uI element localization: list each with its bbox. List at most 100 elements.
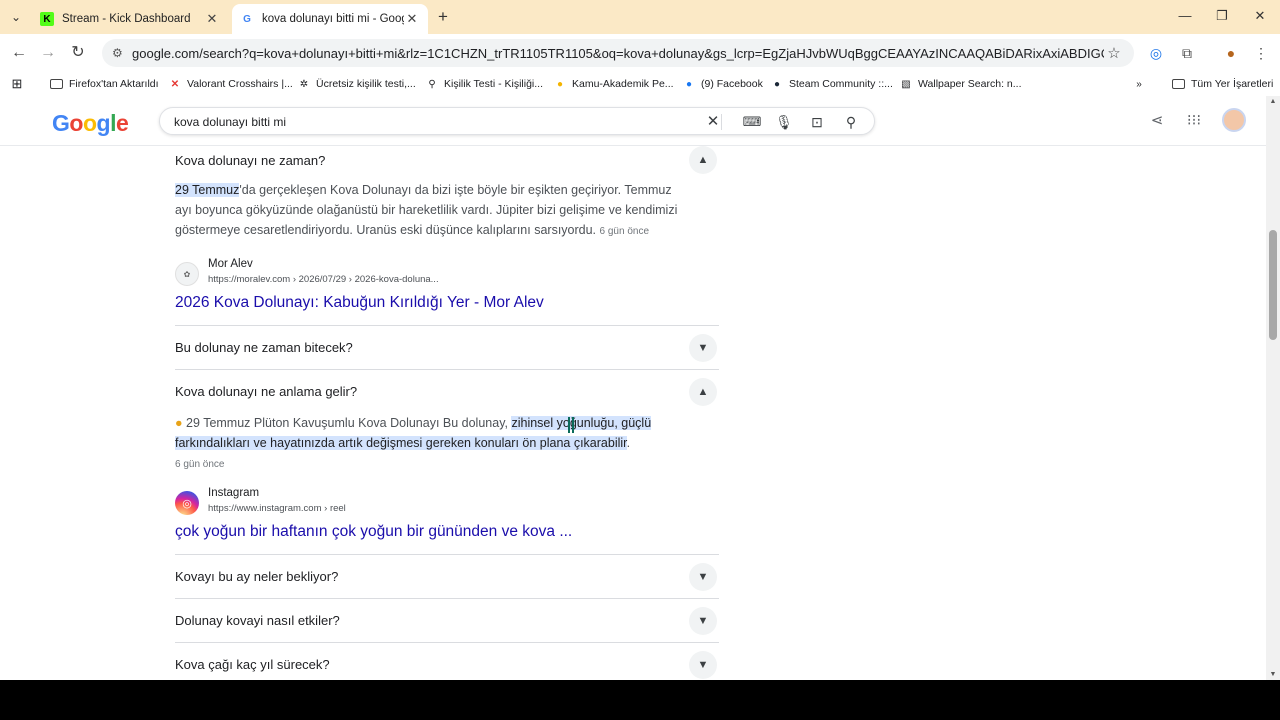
search-results: Kova dolunayı ne zaman? ▲ 29 Temmuz'da g… xyxy=(0,146,1266,680)
bookmark-folder-firefox[interactable]: Firefox'tan Aktarıldı xyxy=(50,76,159,92)
answer-date: 6 gün önce xyxy=(599,226,650,237)
result-link[interactable]: çok yoğun bir haftanın çok yoğun bir gün… xyxy=(175,523,572,541)
minimize-icon[interactable]: — xyxy=(1170,6,1200,26)
bookmark-kisilik-testi-2[interactable]: ⚲ Kişilik Testi - Kişiliği... xyxy=(425,76,543,92)
paa-question[interactable]: Kovayı bu ay neler bekliyor? ▼ xyxy=(175,554,719,598)
bookmark-label: Tüm Yer İşaretleri xyxy=(1191,78,1274,90)
chevron-down-icon[interactable]: ▼ xyxy=(689,607,717,635)
question-text: Kova dolunayı ne zaman? xyxy=(175,152,326,168)
bookmark-facebook[interactable]: ● (9) Facebook xyxy=(682,76,763,92)
tab-strip: ⌄ K Stream - Kick Dashboard ✕ G kova dol… xyxy=(0,0,1280,34)
bookmark-steam[interactable]: ● Steam Community ::... xyxy=(770,76,893,92)
tab-close-icon[interactable]: ✕ xyxy=(404,11,420,27)
bookmark-kisilik-testi[interactable]: ✲ Ücretsiz kişilik testi,... xyxy=(297,76,416,92)
profile-icon[interactable]: ● xyxy=(1221,43,1241,63)
bookmark-label: (9) Facebook xyxy=(701,78,763,90)
microphone-icon[interactable]: 🎙 xyxy=(774,112,794,132)
site-icon: ▧ xyxy=(901,78,911,90)
browser-toolbar: ← → ↻ ⚙ google.com/search?q=kova+dolunay… xyxy=(0,34,1280,72)
result-link[interactable]: 2026 Kova Dolunayı: Kabuğun Kırıldığı Ye… xyxy=(175,294,544,312)
bookmark-star-icon[interactable]: ☆ xyxy=(1104,44,1124,62)
google-logo[interactable]: Google xyxy=(52,110,129,137)
apps-grid-icon[interactable]: ⊞ xyxy=(10,76,29,92)
tab-google-search[interactable]: G kova dolunayı bitti mi - Google ✕ xyxy=(232,4,428,34)
moralev-favicon-icon: ✿ xyxy=(175,262,199,286)
keyboard-icon[interactable]: ⌨ xyxy=(742,112,762,132)
instagram-icon: ◎ xyxy=(175,491,199,515)
all-bookmarks-folder[interactable]: Tüm Yer İşaretleri xyxy=(1172,76,1273,92)
answer-text: 29 Temmuz Plüton Kavuşumlu Kova Dolunayı… xyxy=(186,416,512,430)
chevron-down-icon[interactable]: ▼ xyxy=(689,651,717,679)
restore-icon[interactable]: ❐ xyxy=(1207,6,1237,26)
paa-question[interactable]: Kova çağı kaç yıl sürecek? ▼ xyxy=(175,642,719,680)
bookmark-label: Firefox'tan Aktarıldı xyxy=(69,78,159,90)
source-url: https://moralev.com › 2026/07/29 › 2026-… xyxy=(208,274,439,285)
bookmark-valorant[interactable]: ✕ Valorant Crosshairs |... xyxy=(168,76,293,92)
share-icon[interactable]: ⋖ xyxy=(1146,110,1168,132)
kick-icon: K xyxy=(40,12,54,26)
bookmarks-bar: ⊞ Firefox'tan Aktarıldı ✕ Valorant Crossh… xyxy=(0,72,1280,96)
back-arrow-icon[interactable]: ← xyxy=(8,42,30,64)
apps-grid-icon[interactable]: ⁝⁝⁝ xyxy=(1183,110,1205,132)
tab-title: kova dolunayı bitti mi - Google xyxy=(262,13,404,25)
steam-icon: ● xyxy=(773,78,781,90)
google-icon: G xyxy=(243,13,251,25)
question-text: Bu dolunay ne zaman bitecek? xyxy=(175,340,353,355)
answer-text: . xyxy=(626,436,631,450)
chevron-up-icon[interactable]: ▲ xyxy=(689,378,717,406)
bookmark-kamu-akademik[interactable]: ● Kamu-Akademik Pe... xyxy=(553,76,674,92)
site-icon: ✲ xyxy=(299,78,309,90)
bookmark-label: Kamu-Akademik Pe... xyxy=(572,78,674,90)
clear-x-icon[interactable]: ✕ xyxy=(703,112,723,132)
bookmark-label: Ücretsiz kişilik testi,... xyxy=(316,78,416,90)
question-text: Kova çağı kaç yıl sürecek? xyxy=(175,657,330,672)
forward-arrow-icon[interactable]: → xyxy=(37,42,59,64)
paa-question[interactable]: Kova dolunayı ne zaman? ▲ xyxy=(175,138,719,182)
lens-camera-icon[interactable]: ⊡ xyxy=(807,112,827,132)
paa-question[interactable]: Bu dolunay ne zaman bitecek? ▼ xyxy=(175,325,719,369)
tab-close-icon[interactable]: ✕ xyxy=(204,11,220,27)
result-source[interactable]: ✿ Mor Alev https://moralev.com › 2026/07… xyxy=(175,258,719,288)
avatar[interactable] xyxy=(1222,108,1246,132)
menu-kebab-icon[interactable]: ⋮ xyxy=(1251,43,1271,63)
page-scrollbar[interactable]: ▲ ▼ xyxy=(1266,96,1280,680)
search-input[interactable] xyxy=(174,113,674,131)
chevron-down-icon[interactable]: ▼ xyxy=(689,563,717,591)
answer-text: 'da gerçekleşen Kova Dolunayı da bizi iş… xyxy=(239,183,672,197)
folder-icon xyxy=(1172,79,1185,89)
moon-emoji-icon: ● xyxy=(175,416,183,430)
tab-title: Stream - Kick Dashboard xyxy=(62,13,191,25)
address-bar[interactable]: ⚙ google.com/search?q=kova+dolunayı+bitt… xyxy=(102,39,1134,67)
question-text: Dolunay kovayi nasıl etkiler? xyxy=(175,613,340,628)
search-box: ✕ ⌨ 🎙 ⊡ ⚲ xyxy=(159,107,875,135)
tab-search-chevron-icon[interactable]: ⌄ xyxy=(6,7,26,27)
question-text: Kova dolunayı ne anlama gelir? xyxy=(175,384,358,399)
bookmarks-overflow-icon[interactable]: » xyxy=(1132,76,1151,92)
site-icon: ⚲ xyxy=(428,78,436,90)
scroll-up-arrow-icon[interactable]: ▲ xyxy=(1269,98,1277,105)
scroll-down-arrow-icon[interactable]: ▼ xyxy=(1269,671,1277,678)
new-tab-plus-icon[interactable]: + xyxy=(434,8,452,26)
source-name: Instagram xyxy=(208,487,260,499)
bookmark-label: Steam Community ::... xyxy=(789,78,893,90)
scrollbar-thumb[interactable] xyxy=(1269,230,1277,340)
answer-highlight: zihinsel yoğunluğu, güçlü xyxy=(511,416,652,430)
facebook-icon: ● xyxy=(685,78,693,90)
result-source[interactable]: ◎ Instagram https://www.instagram.com › … xyxy=(175,487,719,517)
browser-window: ⌄ K Stream - Kick Dashboard ✕ G kova dol… xyxy=(0,0,1280,680)
paa-question[interactable]: Dolunay kovayi nasıl etkiler? ▼ xyxy=(175,598,719,642)
tab-kick-dashboard[interactable]: K Stream - Kick Dashboard ✕ xyxy=(32,4,228,34)
reload-icon[interactable]: ↻ xyxy=(67,42,89,64)
window-close-icon[interactable]: ✕ xyxy=(1245,6,1275,26)
bookmark-wallpaper[interactable]: ▧ Wallpaper Search: n... xyxy=(899,76,1021,92)
site-info-icon[interactable]: ⚙ xyxy=(112,46,132,60)
bookmark-label: Kişilik Testi - Kişiliği... xyxy=(444,78,543,90)
extension-circle-icon[interactable]: ◎ xyxy=(1146,43,1166,63)
address-url[interactable]: google.com/search?q=kova+dolunayı+bitti+… xyxy=(132,46,1104,61)
paa-answer: 29 Temmuz'da gerçekleşen Kova Dolunayı d… xyxy=(175,180,719,242)
chevron-up-icon[interactable]: ▲ xyxy=(689,146,717,174)
chevron-down-icon[interactable]: ▼ xyxy=(689,334,717,362)
extensions-puzzle-icon[interactable]: ⧉ xyxy=(1177,43,1197,63)
search-icon[interactable]: ⚲ xyxy=(841,112,861,132)
paa-question[interactable]: Kova dolunayı ne anlama gelir? ▲ xyxy=(175,369,719,413)
